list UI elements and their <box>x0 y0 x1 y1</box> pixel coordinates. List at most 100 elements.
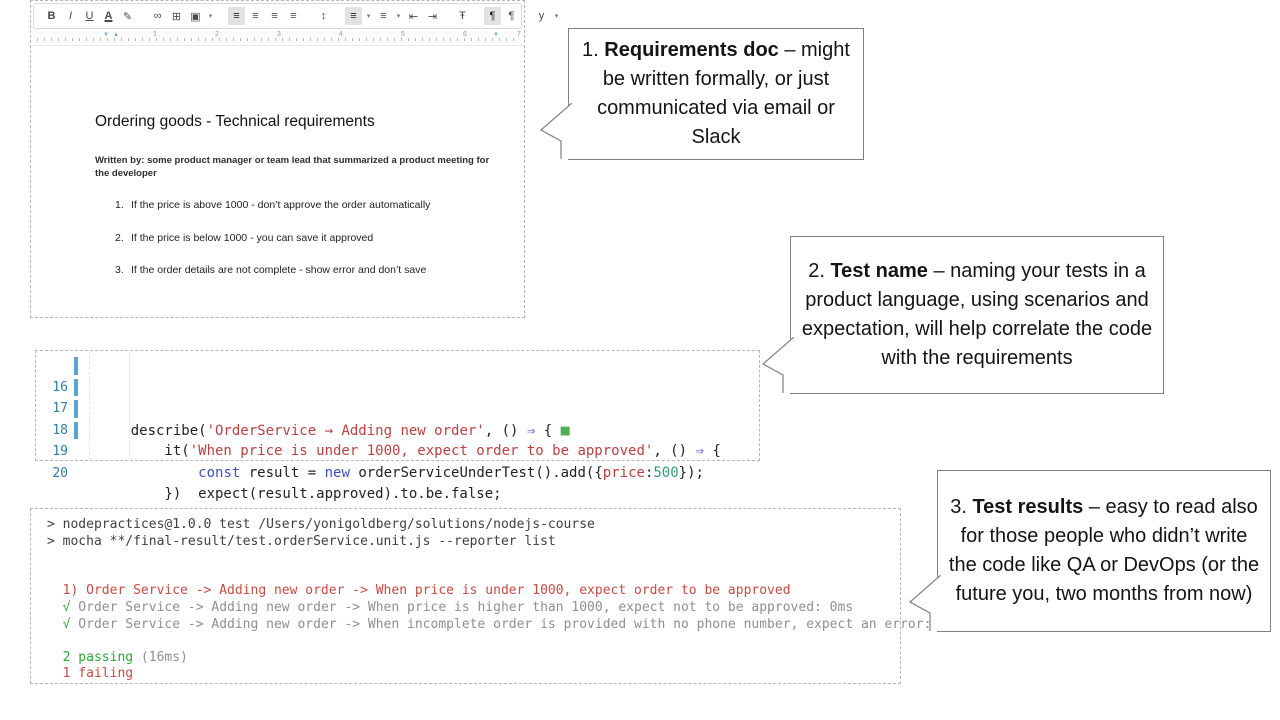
text-color-icon[interactable]: A <box>100 7 117 25</box>
paragraph-ltr-icon[interactable]: ¶ <box>484 7 501 25</box>
ruler-number: 7 <box>517 31 521 38</box>
line-spacing-icon[interactable]: ↕ <box>315 7 332 25</box>
clear-formatting-icon[interactable]: Ŧ <box>454 7 471 25</box>
terminal-line-passing-test: √ Order Service -> Adding new order -> W… <box>47 617 900 634</box>
terminal-blank-line <box>47 550 900 567</box>
callout-prefix: 3. <box>950 496 972 518</box>
callout-term: Test name <box>830 260 927 282</box>
line-number: 20 <box>44 463 68 485</box>
callout-requirements-doc: 1. Requirements doc – might be written f… <box>568 28 864 160</box>
test-code-panel: 16 describe('OrderService → Adding new o… <box>35 350 760 461</box>
change-bar <box>74 422 78 440</box>
align-left-icon[interactable]: ≡ <box>228 7 245 25</box>
add-comment-icon[interactable]: ⊞ <box>168 7 185 25</box>
code-line: 18 const result = new orderServiceUnderT… <box>36 398 759 420</box>
link-icon[interactable]: ∞ <box>149 7 166 25</box>
ruler-number: 1 <box>153 31 157 38</box>
paragraph-rtl-icon[interactable]: ¶ <box>503 7 520 25</box>
change-bar <box>74 357 78 375</box>
justify-icon[interactable]: ≡ <box>285 7 302 25</box>
ruler-number: 2 <box>215 31 219 38</box>
terminal-line-passing-summary: 2 passing (16ms) <box>47 650 900 667</box>
indent-marker-left[interactable]: ▲ <box>113 32 119 38</box>
code-line: 20 }) <box>36 441 759 463</box>
check-icon: √ <box>47 617 70 632</box>
item-text: If the order details are not complete - … <box>131 264 426 276</box>
highlight-icon[interactable]: ✎ <box>119 7 136 25</box>
code-line: 17 it('When price is under 1000, expect … <box>36 377 759 399</box>
code-token: price <box>603 465 645 481</box>
item-number: 3. <box>115 264 131 276</box>
test-results-panel: > nodepractices@1.0.0 test /Users/yonigo… <box>30 508 901 684</box>
doc-title: Ordering goods - Technical requirements <box>95 113 375 131</box>
numbered-list-icon[interactable]: ≡ <box>345 7 362 25</box>
terminal-line-failing-test: 1) Order Service -> Adding new order -> … <box>47 583 900 600</box>
align-center-icon[interactable]: ≡ <box>247 7 264 25</box>
slide: B I U A ✎ ∞ ⊞ ▣ ▾ ≡ ≡ ≡ ≡ ↕ ≡ ▾ ≡ ▾ ⇤ ⇥ … <box>0 0 1280 720</box>
callout-text: 2. Test name – naming your tests in a pr… <box>799 257 1155 373</box>
outdent-icon[interactable]: ⇤ <box>405 7 422 25</box>
item-text: If the price is below 1000 - you can sav… <box>131 232 373 244</box>
terminal-blank-line <box>47 567 900 584</box>
code-line: 19 expect(result.approved).to.be.false; <box>36 420 759 442</box>
more-dropdown-icon[interactable]: ▾ <box>552 7 561 25</box>
ruler-number: 5 <box>401 31 405 38</box>
indent-icon[interactable]: ⇥ <box>424 7 441 25</box>
item-number: 2. <box>115 232 131 244</box>
image-dropdown-icon[interactable]: ▾ <box>206 7 215 25</box>
code-token: const <box>198 465 240 481</box>
terminal-line-passing-test: √ Order Service -> Adding new order -> W… <box>47 600 900 617</box>
item-text: If the price is above 1000 - don’t appro… <box>131 199 430 211</box>
doc-byline: Written by: some product manager or team… <box>95 154 495 180</box>
more-y-icon[interactable]: y <box>533 7 550 25</box>
code-token: orderServiceUnderTest().add({ <box>350 465 603 481</box>
indent-marker-first-line[interactable]: ▼ <box>103 32 109 38</box>
terminal-line: > nodepractices@1.0.0 test /Users/yonigo… <box>47 517 900 534</box>
terminal-blank-line <box>47 633 900 650</box>
callout-text: 3. Test results – easy to read also for … <box>946 493 1262 609</box>
item-number: 1. <box>115 199 131 211</box>
ruler-number: 3 <box>277 31 281 38</box>
docs-toolbar: B I U A ✎ ∞ ⊞ ▣ ▾ ≡ ≡ ≡ ≡ ↕ ≡ ▾ ≡ ▾ ⇤ ⇥ … <box>33 3 522 29</box>
ruler-ticks <box>37 38 518 41</box>
underline-icon[interactable]: U <box>81 7 98 25</box>
align-right-icon[interactable]: ≡ <box>266 7 283 25</box>
ruler-number: 4 <box>339 31 343 38</box>
callout-tail <box>760 337 794 393</box>
requirement-item: 3.If the order details are not complete … <box>115 264 426 276</box>
callout-prefix: 1. <box>582 39 604 61</box>
callout-term: Test results <box>972 496 1083 518</box>
toolbar-divider <box>31 45 524 46</box>
ruler-number: 6 <box>463 31 467 38</box>
requirements-doc-panel: B I U A ✎ ∞ ⊞ ▣ ▾ ≡ ≡ ≡ ≡ ↕ ≡ ▾ ≡ ▾ ⇤ ⇥ … <box>30 0 525 318</box>
terminal-token: (16ms) <box>133 650 188 665</box>
terminal-token: 2 passing <box>47 650 133 665</box>
bullet-list-dropdown-icon[interactable]: ▾ <box>394 7 403 25</box>
code-line: 16 describe('OrderService → Adding new o… <box>36 355 759 377</box>
terminal-token: Order Service -> Adding new order -> Whe… <box>70 600 853 615</box>
indent-marker-right[interactable]: ▼ <box>493 32 499 38</box>
code-text: const result = new orderServiceUnderTest… <box>97 463 704 485</box>
numbered-list-dropdown-icon[interactable]: ▾ <box>364 7 373 25</box>
terminal-token: 1) Order Service -> Adding new order -> … <box>47 583 791 598</box>
callout-text: 1. Requirements doc – might be written f… <box>577 36 855 152</box>
callout-term: Requirements doc <box>604 39 778 61</box>
code-token: 500 <box>653 465 678 481</box>
code-text: }) <box>97 484 181 506</box>
code-token: new <box>325 465 350 481</box>
callout-tail <box>907 575 941 631</box>
bold-icon[interactable]: B <box>43 7 60 25</box>
change-bar <box>74 379 78 397</box>
code-token: }) <box>97 486 181 502</box>
terminal-token: > mocha **/final-result/test.orderServic… <box>47 534 556 549</box>
change-bar <box>74 400 78 418</box>
insert-image-icon[interactable]: ▣ <box>187 7 204 25</box>
italic-icon[interactable]: I <box>62 7 79 25</box>
code-token <box>97 465 198 481</box>
callout-test-name: 2. Test name – naming your tests in a pr… <box>790 236 1164 394</box>
code-token: result = <box>240 465 324 481</box>
docs-ruler: 1 2 3 4 5 6 7 ▼ ▲ ▼ <box>33 31 522 43</box>
callout-tail <box>538 103 572 159</box>
bullet-list-icon[interactable]: ≡ <box>375 7 392 25</box>
terminal-token: 1 failing <box>47 666 133 681</box>
